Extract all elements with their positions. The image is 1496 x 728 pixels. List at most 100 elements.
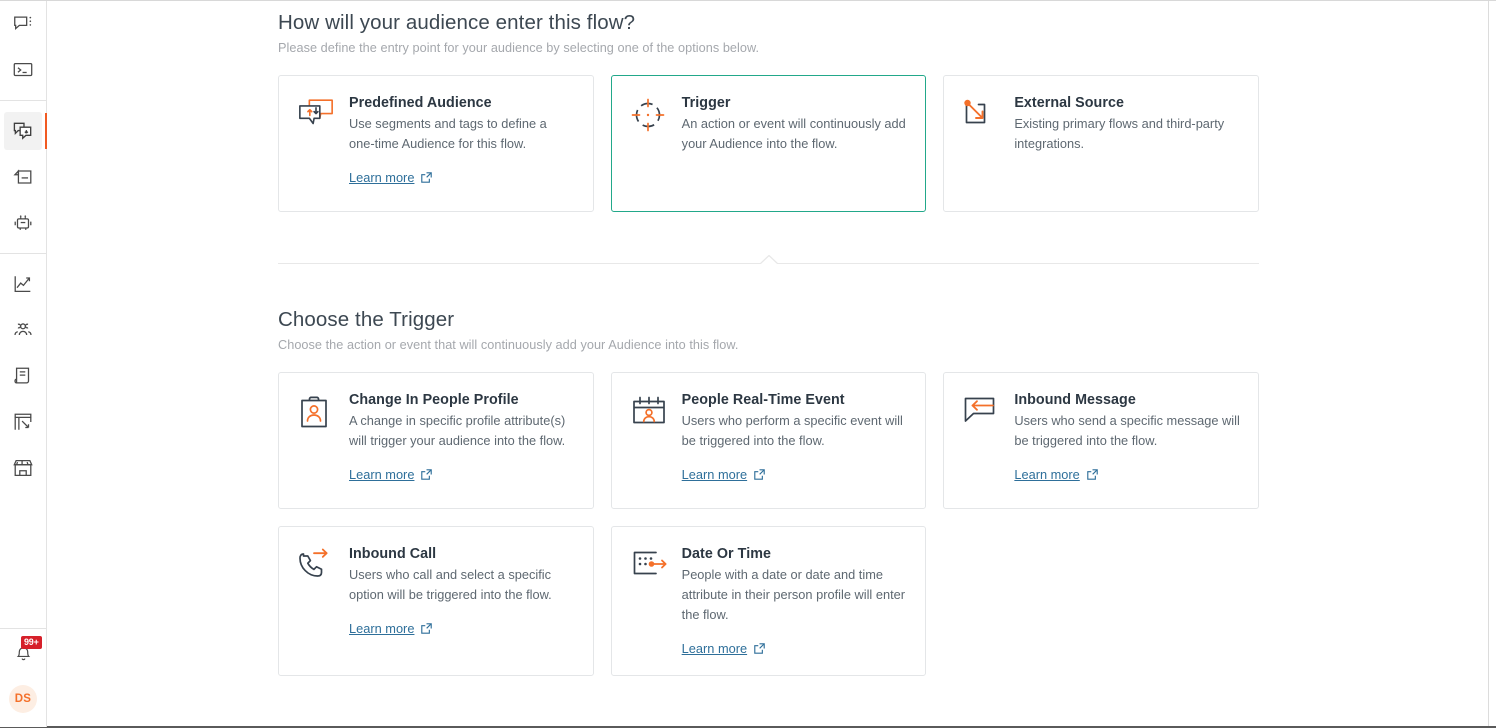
main-content: How will your audience enter this flow? … <box>48 1 1489 726</box>
app-window: 99+ DS How will your audience enter this… <box>0 0 1496 728</box>
sidebar-item-content[interactable] <box>4 357 42 395</box>
entry-option-trigger[interactable]: Trigger An action or event will continuo… <box>610 75 927 212</box>
trigger-option-people-real-time-event[interactable]: People Real-Time Event Users who perform… <box>610 372 927 509</box>
rail-divider-1 <box>0 100 47 101</box>
card-icon-wrapper <box>630 95 670 195</box>
content-icon <box>12 365 34 387</box>
learn-more-link[interactable]: Learn more <box>349 621 433 636</box>
trigger-option-inbound-call[interactable]: Inbound Call Users who call and select a… <box>278 526 594 676</box>
bot-icon <box>12 212 34 234</box>
trigger-target-icon <box>630 98 666 137</box>
empty-slot <box>943 526 1259 676</box>
inbound-message-icon <box>962 397 1000 430</box>
rail-group-2 <box>0 108 47 246</box>
card-description: A change in specific profile attribute(s… <box>349 413 566 448</box>
date-or-time-icon <box>630 551 670 584</box>
templates-icon <box>12 411 34 433</box>
conversations-icon <box>12 13 34 35</box>
inbound-call-icon <box>297 548 333 586</box>
sidebar-item-conversations[interactable] <box>4 5 42 43</box>
content-container: How will your audience enter this flow? … <box>48 1 1488 676</box>
card-title: People Real-Time Event <box>681 392 845 408</box>
learn-more-link[interactable]: Learn more <box>1014 467 1098 482</box>
card-body: Inbound Message Users who send a specifi… <box>1014 392 1240 492</box>
sidebar-item-marketplace[interactable] <box>4 449 42 487</box>
card-title: Trigger <box>681 95 731 111</box>
card-icon-wrapper <box>297 95 337 195</box>
rail-divider-2 <box>0 253 47 254</box>
sidebar-item-flows[interactable] <box>4 112 47 150</box>
card-description: Existing primary flows and third-party i… <box>1014 116 1225 151</box>
entry-options-row: Predefined Audience Use segments and tag… <box>278 75 1260 212</box>
campaigns-icon <box>12 166 34 188</box>
card-icon-wrapper <box>297 392 337 492</box>
sidebar-item-templates[interactable] <box>4 403 42 441</box>
learn-more-link[interactable]: Learn more <box>682 641 766 656</box>
notifications-button[interactable]: 99+ <box>4 636 42 674</box>
card-title: External Source <box>1014 95 1124 111</box>
row-spacer <box>278 509 1259 526</box>
console-icon <box>12 59 34 81</box>
card-description: People with a date or date and time attr… <box>681 567 906 622</box>
trigger-options-row-1: Change In People Profile A change in spe… <box>278 372 1260 509</box>
card-title: Inbound Message <box>1014 392 1136 408</box>
page-title: How will your audience enter this flow? <box>278 11 636 34</box>
card-description: Users who send a specific message will b… <box>1014 413 1240 448</box>
learn-more-label: Learn more <box>1014 467 1080 482</box>
card-body: Predefined Audience Use segments and tag… <box>349 95 575 195</box>
rail-group-1 <box>0 1 46 93</box>
flows-icon <box>12 120 35 143</box>
card-description: An action or event will continuously add… <box>681 116 906 151</box>
learn-more-link[interactable]: Learn more <box>349 467 433 482</box>
card-title: Predefined Audience <box>349 95 492 111</box>
sidebar-item-campaigns[interactable] <box>4 158 42 196</box>
predefined-audience-icon <box>297 99 335 135</box>
trigger-option-inbound-message[interactable]: Inbound Message Users who send a specifi… <box>943 372 1260 509</box>
avatar[interactable]: DS <box>9 685 37 713</box>
external-link-icon <box>420 171 433 184</box>
people-icon <box>12 319 34 341</box>
external-link-icon <box>1086 468 1099 481</box>
sidebar-item-bots[interactable] <box>4 204 42 242</box>
learn-more-label: Learn more <box>349 170 415 185</box>
card-body: Inbound Call Users who call and select a… <box>349 546 575 659</box>
external-link-icon <box>420 622 433 635</box>
card-title: Date Or Time <box>681 546 771 562</box>
card-icon-wrapper <box>962 392 1002 492</box>
card-title: Change In People Profile <box>349 392 519 408</box>
external-link-icon <box>753 468 766 481</box>
learn-more-link[interactable]: Learn more <box>682 467 766 482</box>
trigger-section-subtitle: Choose the action or event that will con… <box>278 338 739 352</box>
entry-option-external-source[interactable]: External Source Existing primary flows a… <box>943 75 1260 212</box>
learn-more-label: Learn more <box>349 621 415 636</box>
learn-more-label: Learn more <box>681 467 748 482</box>
sidebar-item-analytics[interactable] <box>4 265 42 303</box>
learn-more-link[interactable]: Learn more <box>349 170 433 185</box>
card-body: Change In People Profile A change in spe… <box>349 392 575 492</box>
entry-option-predefined-audience[interactable]: Predefined Audience Use segments and tag… <box>278 75 594 212</box>
profile-card-icon <box>297 396 331 434</box>
external-link-icon <box>420 468 433 481</box>
notification-badge: 99+ <box>21 636 42 649</box>
trigger-option-date-or-time[interactable]: Date Or Time People with a date or date … <box>610 526 927 676</box>
external-link-icon <box>753 642 766 655</box>
card-description: Users who perform a specific event will … <box>681 413 903 448</box>
page-subtitle: Please define the entry point for your a… <box>278 41 760 55</box>
card-description: Use segments and tags to define a one-ti… <box>349 116 547 151</box>
rail-divider-3 <box>0 628 47 629</box>
card-body: Trigger An action or event will continuo… <box>682 95 908 195</box>
card-description: Users who call and select a specific opt… <box>349 567 552 602</box>
marketplace-icon <box>12 457 34 479</box>
section-divider <box>278 255 1259 264</box>
sidebar-item-console[interactable] <box>4 51 42 89</box>
chevron-up-notch-icon <box>759 255 778 264</box>
trigger-option-change-in-people-profile[interactable]: Change In People Profile A change in spe… <box>278 372 594 509</box>
learn-more-label: Learn more <box>349 467 415 482</box>
card-body: External Source Existing primary flows a… <box>1014 95 1240 195</box>
card-icon-wrapper <box>962 95 1002 195</box>
left-nav-rail: 99+ DS <box>0 1 47 727</box>
learn-more-label: Learn more <box>681 641 748 656</box>
card-title: Inbound Call <box>349 546 437 562</box>
card-icon-wrapper <box>297 546 337 659</box>
sidebar-item-people[interactable] <box>4 311 42 349</box>
